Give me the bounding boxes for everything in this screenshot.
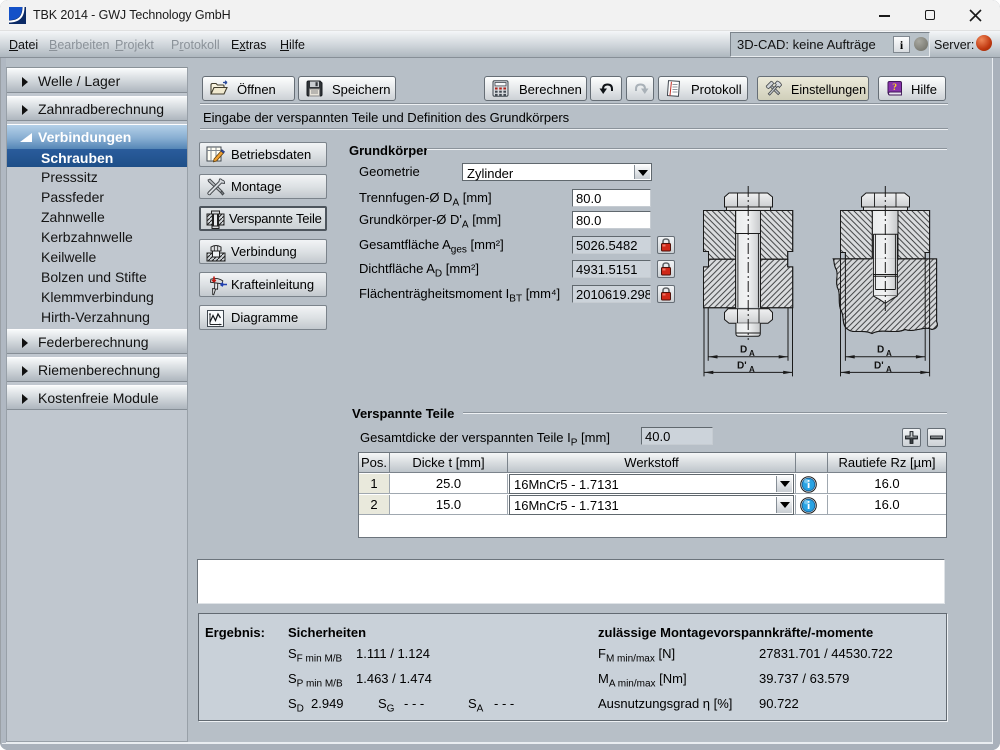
svg-text:A: A bbox=[886, 349, 892, 358]
svg-text:?: ? bbox=[892, 83, 897, 93]
svg-text:D: D bbox=[877, 345, 884, 356]
svg-text:A: A bbox=[749, 365, 755, 374]
svg-text:D: D bbox=[740, 345, 747, 356]
svg-text:A: A bbox=[886, 365, 892, 374]
svg-text:A: A bbox=[749, 349, 755, 358]
svg-text:D': D' bbox=[874, 361, 884, 372]
svg-text:D': D' bbox=[737, 361, 747, 372]
